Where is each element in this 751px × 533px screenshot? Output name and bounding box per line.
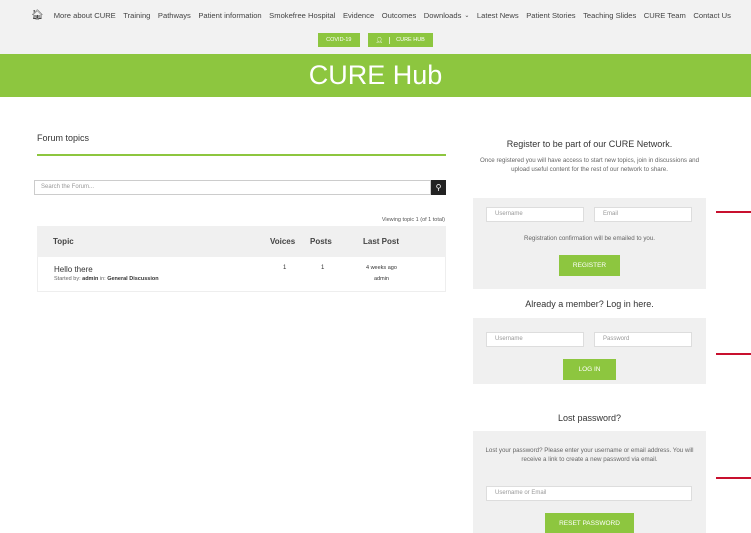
search-icon: ⚲ <box>435 183 442 192</box>
red-marker <box>716 211 751 213</box>
chevron-down-icon: ⌄ <box>464 12 470 19</box>
main-menu: 🏠︎ More about CURE Training Pathways Pat… <box>0 0 751 30</box>
register-note: Registration confirmation will be emaile… <box>523 235 656 242</box>
register-heading: Register to be part of our CURE Network. <box>506 139 673 149</box>
viewing-count: Viewing topic 1 (of 1 total) <box>381 217 445 223</box>
register-button[interactable]: REGISTER <box>559 255 620 276</box>
nav-pathways[interactable]: Pathways <box>158 11 191 20</box>
column-topic: Topic <box>53 237 74 246</box>
nav-latest-news[interactable]: Latest News <box>477 11 519 20</box>
login-button[interactable]: LOG IN <box>563 359 616 380</box>
posts-count: 1 <box>321 265 325 271</box>
register-email-input[interactable]: Email <box>594 207 692 222</box>
page-title-banner: CURE Hub <box>0 54 751 97</box>
register-form: Username Email Registration confirmation… <box>473 198 706 289</box>
started-by-label: Started by: <box>54 276 81 282</box>
nav-evidence[interactable]: Evidence <box>343 11 374 20</box>
username-or-email-input[interactable]: Username or Email <box>486 486 692 501</box>
red-marker <box>716 353 751 355</box>
nav-contact-us[interactable]: Contact Us <box>693 11 731 20</box>
topics-table-header: Topic Voices Posts Last Post <box>37 226 446 257</box>
divider <box>37 154 446 156</box>
login-form: Username Password LOG IN <box>473 318 706 384</box>
table-row: Hello there Started by: admin in: Genera… <box>37 257 446 292</box>
voices-count: 1 <box>283 265 287 271</box>
forum-search-input[interactable]: Search the Forum... <box>34 180 431 195</box>
author-link[interactable]: admin <box>82 276 98 282</box>
sub-navigation: COVID-19 👤︎ CURE HUB <box>0 33 751 47</box>
cure-hub-button[interactable]: 👤︎ CURE HUB <box>367 33 433 47</box>
cure-hub-label: CURE HUB <box>396 37 425 43</box>
column-posts: Posts <box>310 237 332 246</box>
nav-patient-stories[interactable]: Patient Stories <box>526 11 575 20</box>
forum-topics-heading: Forum topics <box>37 133 90 143</box>
topic-link[interactable]: Hello there <box>54 265 93 274</box>
nav-training[interactable]: Training <box>123 11 150 20</box>
nav-outcomes[interactable]: Outcomes <box>382 11 417 20</box>
nav-cure-team[interactable]: CURE Team <box>644 11 686 20</box>
column-last-post: Last Post <box>363 237 400 246</box>
login-heading: Already a member? Log in here. <box>525 299 654 309</box>
covid-19-button[interactable]: COVID-19 <box>318 33 360 47</box>
lost-password-description: Lost your password? Please enter your us… <box>485 447 694 463</box>
nav-more-about-cure[interactable]: More about CURE <box>54 11 116 20</box>
search-button[interactable]: ⚲ <box>431 180 446 195</box>
forum-link[interactable]: General Discussion <box>107 276 158 282</box>
register-username-input[interactable]: Username <box>486 207 584 222</box>
topic-meta: Started by: admin in: General Discussion <box>54 276 159 282</box>
column-voices: Voices <box>270 237 296 246</box>
login-password-input[interactable]: Password <box>594 332 692 347</box>
register-description: Once registered you will have access to … <box>479 157 700 173</box>
nav-smokefree-hospital[interactable]: Smokefree Hospital <box>269 11 335 20</box>
login-username-input[interactable]: Username <box>486 332 584 347</box>
nav-patient-information[interactable]: Patient information <box>198 11 261 20</box>
home-icon[interactable]: 🏠︎ <box>31 10 44 21</box>
top-navigation: 🏠︎ More about CURE Training Pathways Pat… <box>0 0 751 54</box>
red-marker <box>716 477 751 479</box>
nav-teaching-slides[interactable]: Teaching Slides <box>583 11 636 20</box>
reset-password-button[interactable]: RESET PASSWORD <box>545 513 634 533</box>
in-label: in: <box>99 276 106 282</box>
last-post-author-link[interactable]: admin <box>374 276 389 282</box>
nav-downloads[interactable]: Downloads ⌄ <box>424 11 470 20</box>
lost-password-form: Lost your password? Please enter your us… <box>473 431 706 533</box>
nav-downloads-label: Downloads <box>423 10 462 20</box>
lost-password-heading: Lost password? <box>557 413 622 423</box>
user-icon: 👤︎ <box>376 36 391 44</box>
last-post-time-link[interactable]: 4 weeks ago <box>366 265 397 271</box>
